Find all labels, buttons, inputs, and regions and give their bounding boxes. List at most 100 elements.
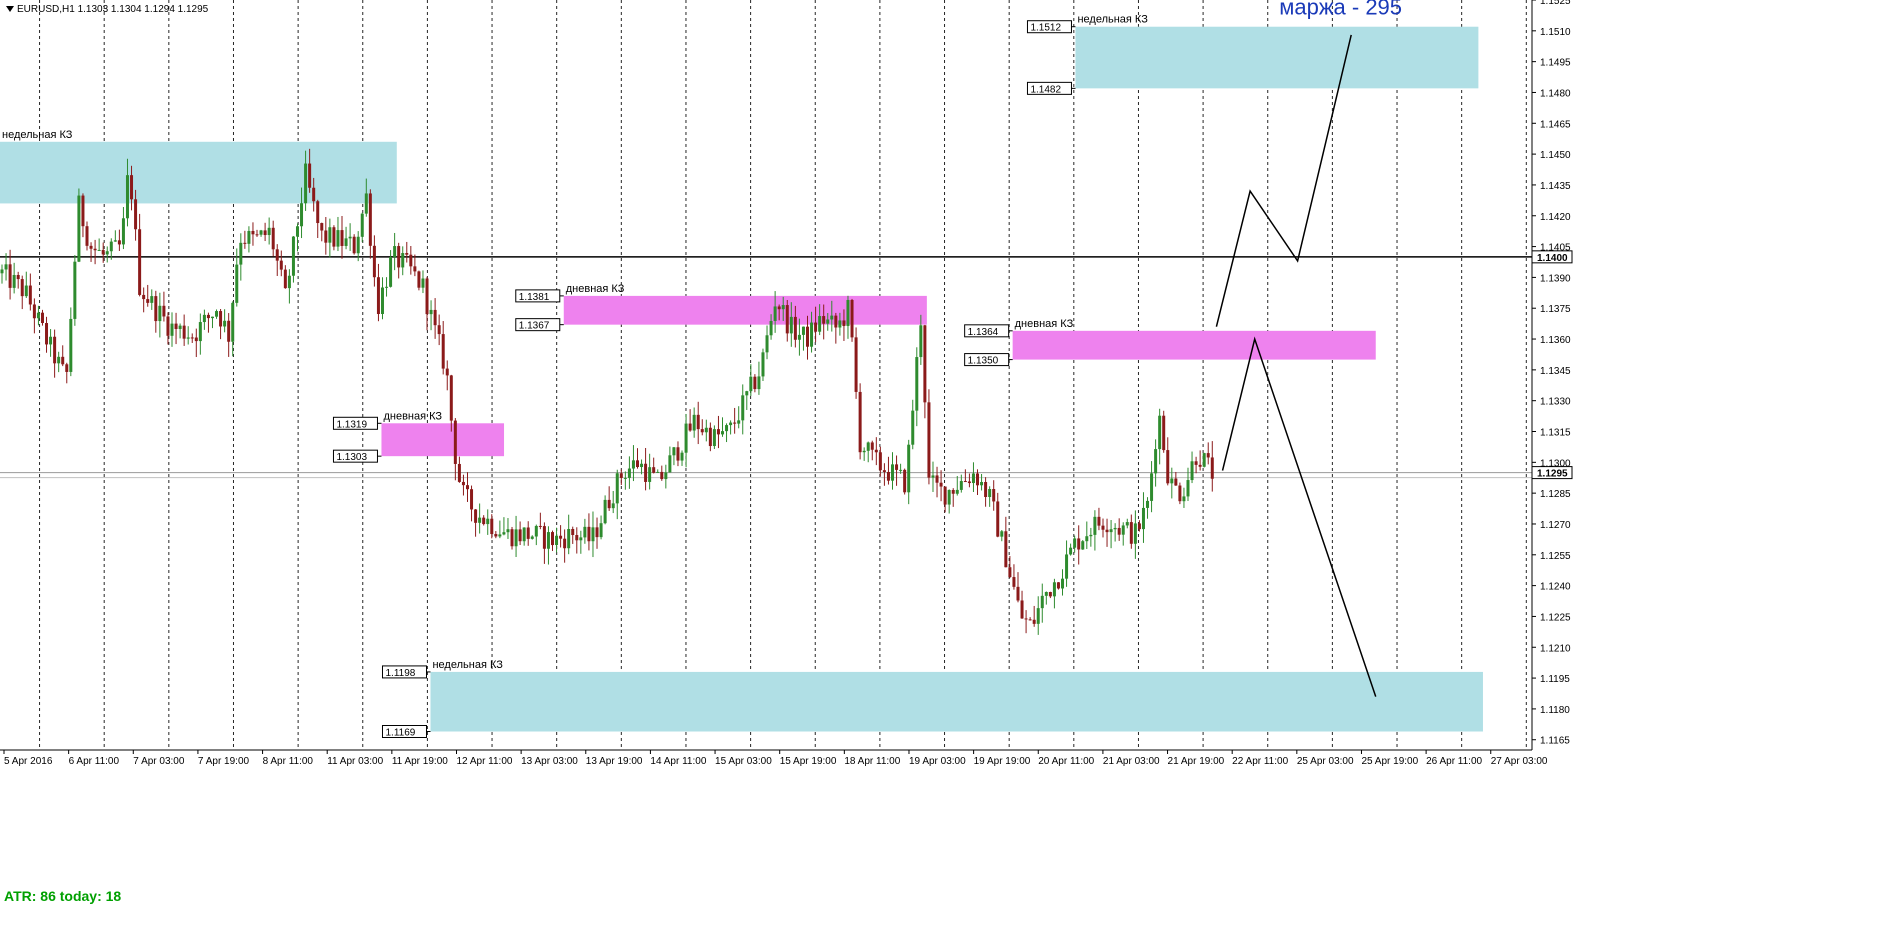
candle-body <box>737 420 741 424</box>
x-tick-label: 12 Apr 11:00 <box>456 756 512 767</box>
collapse-triangle-icon[interactable] <box>6 6 14 13</box>
candle-body <box>927 402 931 478</box>
candle-body <box>862 450 866 453</box>
price-chart[interactable]: 1.1525 1.1510 1.1495 1.1480 1.1465 1.1450 1.14… <box>0 0 1889 928</box>
candle-body <box>716 429 720 435</box>
candle-body <box>372 245 376 278</box>
candle-body <box>101 249 105 255</box>
candle-body <box>178 325 182 329</box>
candle-body <box>814 322 818 332</box>
candle-body <box>850 299 854 338</box>
candle-body <box>858 391 862 453</box>
candle-body <box>947 489 951 505</box>
candle-body <box>348 236 352 239</box>
candle-body <box>482 517 486 525</box>
candle-body <box>1065 554 1069 579</box>
candle-body <box>134 199 138 230</box>
candle-body <box>891 464 895 481</box>
candle-body <box>729 422 733 426</box>
candle-body <box>494 534 498 537</box>
candle-body <box>16 274 20 280</box>
candle-body <box>247 230 251 244</box>
candle-body <box>749 376 753 392</box>
candle-body <box>40 312 44 324</box>
y-tick-label: 1.1195 <box>1540 674 1570 685</box>
candle-body <box>522 527 526 542</box>
candle-body <box>24 285 28 297</box>
candle-body <box>1044 591 1048 596</box>
candle-body <box>676 447 680 461</box>
candle-body <box>725 425 729 432</box>
candle-body <box>393 246 397 258</box>
zone-tag-top: 1.1319 <box>336 419 367 430</box>
level-price-tag-text: 1.1400 <box>1537 253 1568 264</box>
candle-body <box>806 326 810 347</box>
candle-body <box>32 304 36 319</box>
y-tick-label: 1.1330 <box>1540 397 1571 408</box>
y-tick-label: 1.1525 <box>1540 0 1571 7</box>
candle-body <box>514 529 518 547</box>
candle-body <box>899 469 903 471</box>
candle-body <box>745 391 749 396</box>
symbol-header: EURUSD,H1 1.1303 1.1304 1.1294 1.1295 <box>6 4 208 15</box>
candle-body <box>1085 536 1089 542</box>
candle-body <box>510 529 514 547</box>
zone-tag-top: 1.1512 <box>1030 23 1061 34</box>
zone-tag-bottom: 1.1169 <box>385 728 415 739</box>
candle-body <box>336 230 340 247</box>
candle-body <box>1146 500 1150 508</box>
y-tick-label: 1.1345 <box>1540 366 1571 377</box>
candle-body <box>644 463 648 482</box>
candle-body <box>1028 619 1032 621</box>
candle-body <box>971 473 975 484</box>
candle-body <box>271 227 275 250</box>
candle-body <box>882 470 886 472</box>
candle-body <box>834 315 838 328</box>
candle-body <box>571 528 575 536</box>
zone-tag-top: 1.1364 <box>968 327 999 338</box>
candle-body <box>708 427 712 447</box>
candle-body <box>627 468 631 478</box>
candle-body <box>1012 577 1016 587</box>
candle-body <box>838 320 842 328</box>
candle-body <box>721 431 725 435</box>
zone-label: недельная КЗ <box>2 129 73 141</box>
candle-body <box>1069 547 1073 555</box>
candle-body <box>1048 591 1052 597</box>
candle-body <box>0 269 4 274</box>
y-tick-label: 1.1165 <box>1540 736 1570 747</box>
candle-body <box>12 274 16 288</box>
candle-body <box>4 264 8 270</box>
candle-body <box>542 526 546 549</box>
candle-body <box>287 275 291 289</box>
candle-body <box>413 266 417 272</box>
y-tick-label: 1.1450 <box>1540 150 1571 161</box>
candle-body <box>538 525 542 527</box>
candle-body <box>352 236 356 254</box>
candle-body <box>239 242 243 265</box>
candle-body <box>73 261 77 319</box>
zone-daily-4 <box>381 423 505 457</box>
candle-body <box>672 447 676 456</box>
x-tick-label: 15 Apr 03:00 <box>715 756 772 767</box>
y-tick-label: 1.1255 <box>1540 551 1571 562</box>
candle-body <box>1182 496 1186 502</box>
candle-body <box>842 320 846 327</box>
candle-body <box>405 253 409 255</box>
candle-body <box>712 429 716 447</box>
candle-body <box>328 227 332 243</box>
candle-body <box>113 240 117 242</box>
candle-body <box>445 368 449 376</box>
candle-body <box>1008 567 1012 578</box>
zone-weekly-2 <box>430 671 1483 732</box>
candle-body <box>773 306 777 321</box>
candle-body <box>344 238 348 246</box>
candle-body <box>652 467 656 473</box>
candle-body <box>575 535 579 541</box>
x-tick-label: 19 Apr 19:00 <box>974 756 1031 767</box>
candle-body <box>1113 527 1117 530</box>
candle-body <box>259 230 263 235</box>
candle-body <box>174 323 178 329</box>
candle-body <box>1141 507 1145 530</box>
candle-body <box>1154 449 1158 474</box>
